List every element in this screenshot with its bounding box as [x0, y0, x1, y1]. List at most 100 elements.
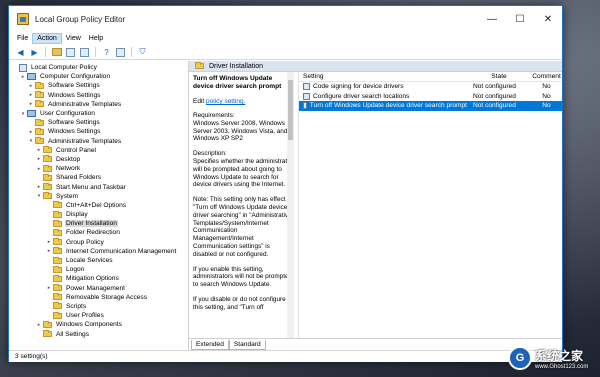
setting-comment-cell: No	[542, 92, 551, 100]
navigation-tree: Local Computer Policy ▸ Computer Configura…	[9, 61, 189, 350]
tree-item[interactable]: User Profiles	[9, 311, 188, 320]
tree-item[interactable]: Removable Storage Access	[9, 293, 188, 302]
tree-item[interactable]: ▸ Windows Settings	[9, 127, 188, 136]
tree-item[interactable]: Locale Services	[9, 256, 188, 265]
tree-item[interactable]: ▸ Start Menu and Taskbar	[9, 182, 188, 191]
expanded-arrow-icon[interactable]: ▾	[35, 193, 43, 199]
setting-comment-cell: No	[542, 83, 551, 91]
tree-item-label: Scripts	[66, 302, 87, 310]
tree-item[interactable]: Driver Installation	[9, 219, 188, 228]
collapsed-arrow-icon[interactable]: ▸	[45, 285, 53, 291]
tab-standard[interactable]: Standard	[228, 340, 266, 350]
edit-policy-link[interactable]: policy setting.	[206, 98, 245, 105]
settings-header: Setting State Comment	[299, 72, 562, 82]
show-hide-tree-icon[interactable]	[65, 47, 76, 58]
tree-item[interactable]: Folder Redirection	[9, 228, 188, 237]
collapsed-arrow-icon[interactable]: ▸	[27, 92, 35, 98]
tree-item[interactable]: ▸ Power Management	[9, 284, 188, 293]
tree-item[interactable]: ▸ Windows Components	[9, 320, 188, 329]
setting-row[interactable]: Configure driver search locations Not con…	[299, 92, 562, 102]
up-folder-icon[interactable]	[51, 47, 62, 58]
tree-item-label: Locale Services	[66, 257, 113, 265]
collapsed-arrow-icon[interactable]: ▸	[35, 166, 43, 172]
folder-icon	[53, 311, 62, 319]
tree-item[interactable]: Software Settings	[9, 118, 188, 127]
setting-state-cell: Not configured	[473, 83, 516, 91]
watermark-logo: G	[508, 346, 532, 370]
setting-row[interactable]: Code signing for device drivers Not confi…	[299, 82, 562, 92]
tree-item[interactable]: Logon	[9, 265, 188, 274]
tree-item[interactable]: ▸ Control Panel	[9, 146, 188, 155]
tree-item[interactable]: ▾ System	[9, 192, 188, 201]
close-button[interactable]: ✕	[534, 6, 562, 32]
computer-icon	[27, 73, 36, 81]
tree-item-label: User Profiles	[66, 312, 104, 320]
tree-item[interactable]: ▸ Group Policy	[9, 238, 188, 247]
collapsed-arrow-icon[interactable]: ▸	[35, 322, 43, 328]
tree-item-label: Administrative Templates	[48, 137, 122, 145]
description-scrollbar[interactable]	[287, 72, 294, 338]
forward-arrow-icon[interactable]: ▶	[29, 47, 40, 58]
collapsed-arrow-icon[interactable]: ▸	[19, 74, 27, 80]
tree-item[interactable]: ▸ Computer Configuration	[9, 72, 188, 81]
export-list-icon[interactable]	[79, 47, 90, 58]
scrollbar-thumb[interactable]	[288, 80, 293, 140]
menu-help[interactable]: Help	[85, 34, 107, 43]
settings-rows: Code signing for device drivers Not confi…	[299, 82, 562, 111]
details-pane: Driver Installation Turn off Windows Upd…	[189, 61, 562, 350]
tree-item[interactable]: ▸ Network	[9, 164, 188, 173]
filter-icon[interactable]: ⛉	[137, 47, 148, 58]
expanded-arrow-icon[interactable]: ▾	[27, 138, 35, 144]
minimize-button[interactable]: —	[478, 6, 506, 32]
tree-item[interactable]: Mitigation Options	[9, 274, 188, 283]
collapsed-arrow-icon[interactable]: ▸	[27, 83, 35, 89]
column-header-state[interactable]: State	[467, 73, 531, 80]
back-arrow-icon[interactable]: ◀	[15, 47, 26, 58]
collapsed-arrow-icon[interactable]: ▸	[35, 147, 43, 153]
collapsed-arrow-icon[interactable]: ▸	[27, 129, 35, 135]
setting-comment-cell: No	[542, 102, 551, 110]
setting-row[interactable]: Turn off Windows Update device driver se…	[299, 101, 562, 111]
tree-item[interactable]: ▾ Administrative Templates	[9, 137, 188, 146]
folder-icon	[53, 210, 62, 218]
tree-item-label: Shared Folders	[56, 174, 102, 182]
tree-item-label: Windows Settings	[48, 128, 101, 136]
expanded-arrow-icon[interactable]: ▾	[19, 111, 27, 117]
folder-icon	[43, 173, 52, 181]
collapsed-arrow-icon[interactable]: ▸	[45, 239, 53, 245]
maximize-button[interactable]: ☐	[506, 6, 534, 32]
properties-icon[interactable]	[115, 47, 126, 58]
tree-item[interactable]: ▸ Desktop	[9, 155, 188, 164]
collapsed-arrow-icon[interactable]: ▸	[45, 248, 53, 254]
column-header-setting[interactable]: Setting	[299, 73, 467, 80]
gpedit-app-icon	[17, 13, 29, 25]
collapsed-arrow-icon[interactable]: ▸	[27, 101, 35, 107]
tree-item[interactable]: ▸ Software Settings	[9, 81, 188, 90]
menu-action[interactable]: Action	[32, 33, 62, 44]
setting-name-cell: Configure driver search locations	[299, 92, 467, 100]
menu-view[interactable]: View	[62, 34, 85, 43]
tree-item[interactable]: Display	[9, 210, 188, 219]
tree-item[interactable]: ▸ Windows Settings	[9, 91, 188, 100]
tree-item[interactable]: Ctrl+Alt+Del Options	[9, 201, 188, 210]
title-bar[interactable]: Local Group Policy Editor — ☐ ✕	[9, 6, 562, 32]
collapsed-arrow-icon[interactable]: ▸	[35, 156, 43, 162]
tree-item[interactable]: ▸ Internet Communication Management	[9, 247, 188, 256]
tab-extended[interactable]: Extended	[191, 340, 229, 350]
tree-item-label: Removable Storage Access	[66, 293, 147, 301]
tree-item[interactable]: ▾ User Configuration	[9, 109, 188, 118]
tree-item[interactable]: ▸ Administrative Templates	[9, 100, 188, 109]
help-icon[interactable]: ?	[101, 47, 112, 58]
watermark-name: 系统之家	[535, 348, 584, 363]
tree-item-label: User Configuration	[40, 110, 95, 118]
tree-item-label: All Settings	[56, 330, 89, 338]
folder-icon	[53, 256, 62, 264]
collapsed-arrow-icon[interactable]: ▸	[35, 184, 43, 190]
tree-item[interactable]: Scripts	[9, 302, 188, 311]
menu-file[interactable]: File	[13, 34, 32, 43]
tree-item[interactable]: All Settings	[9, 329, 188, 338]
tree-item[interactable]: Shared Folders	[9, 173, 188, 182]
policy-setting-icon	[303, 83, 310, 91]
column-header-comment[interactable]: Comment	[531, 73, 562, 80]
tree-item[interactable]: Local Computer Policy	[9, 63, 188, 72]
